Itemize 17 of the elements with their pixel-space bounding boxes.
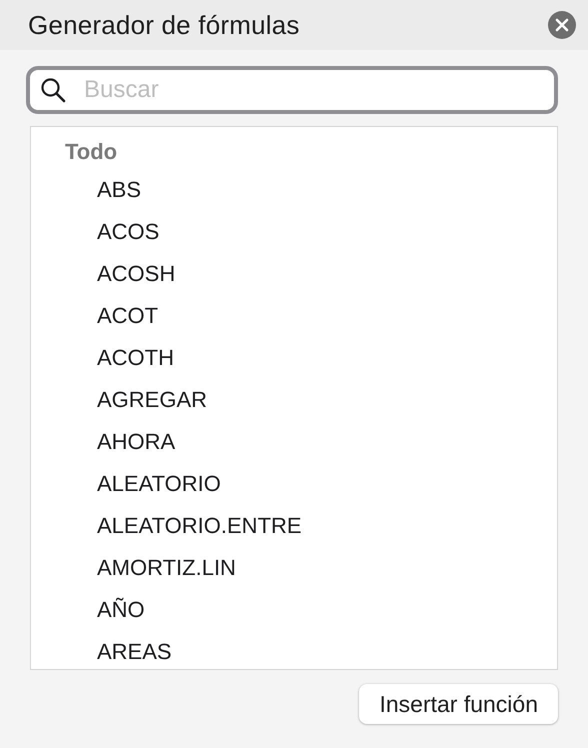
list-item[interactable]: ABS: [97, 169, 142, 211]
list-item[interactable]: AGREGAR: [97, 379, 208, 421]
list-item[interactable]: ALEATORIO: [97, 463, 221, 505]
list-item[interactable]: AMORTIZ.LIN: [97, 547, 236, 589]
list-item[interactable]: AREAS: [97, 631, 172, 673]
list-item[interactable]: ACOSH: [97, 253, 176, 295]
list-item[interactable]: ACOT: [97, 295, 158, 337]
list-item[interactable]: ACOTH: [97, 337, 174, 379]
insert-button[interactable]: Insertar función: [359, 684, 558, 724]
list-item[interactable]: ACOS: [97, 211, 160, 253]
close-button[interactable]: [548, 11, 576, 39]
window-title: Generador de fórmulas: [28, 10, 300, 40]
search-field[interactable]: Buscar: [26, 66, 558, 114]
list-item[interactable]: AHORA: [97, 421, 176, 463]
category-header: Todo: [64, 138, 118, 166]
list-item[interactable]: ALEATORIO.ENTRE: [97, 505, 302, 547]
list-item[interactable]: AÑO: [97, 589, 145, 631]
